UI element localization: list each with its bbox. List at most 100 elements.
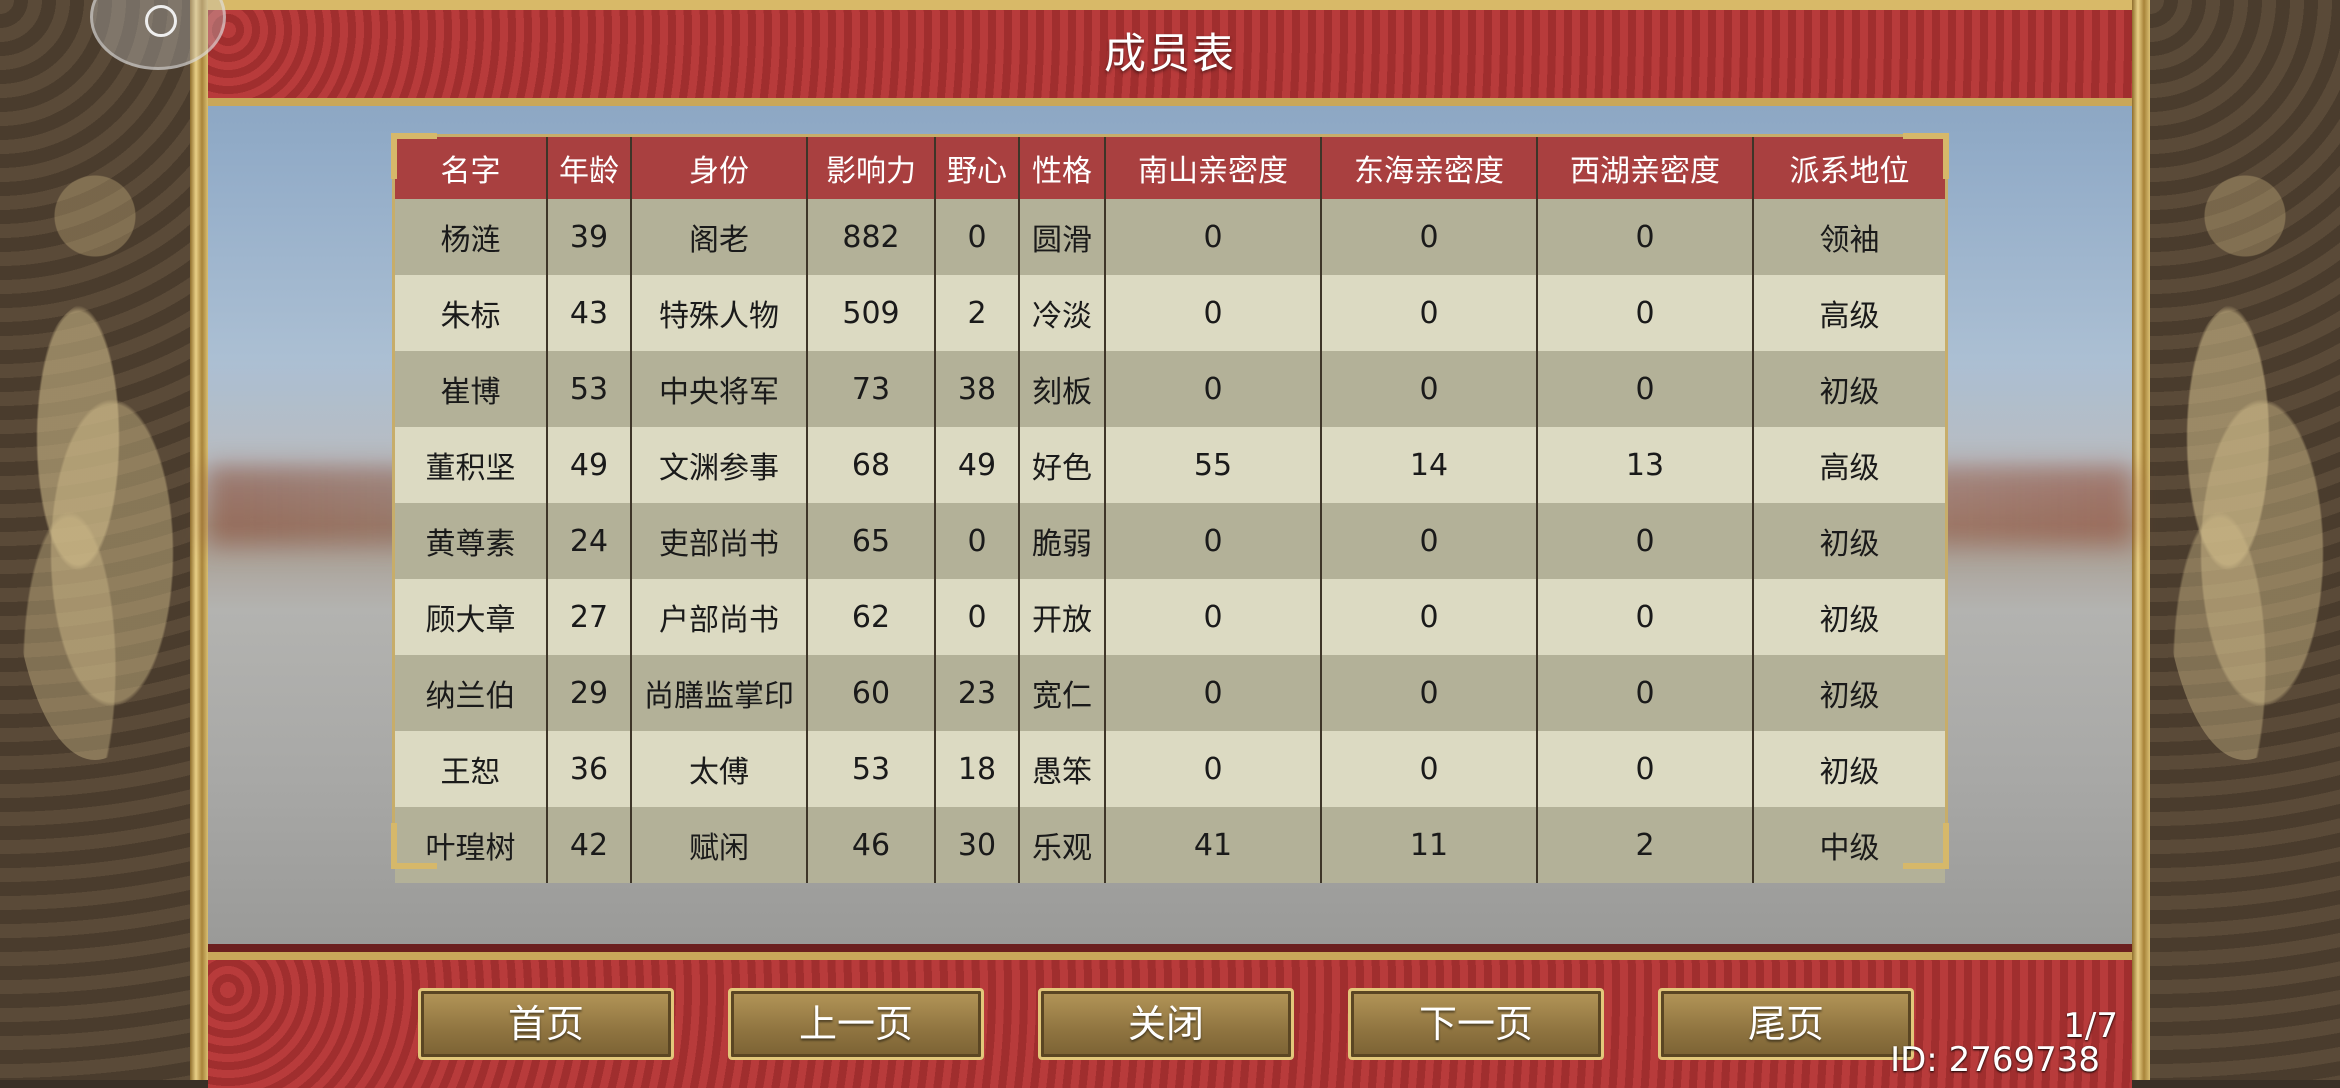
table-cell: 0 xyxy=(1537,275,1754,351)
table-row[interactable]: 叶瑝树 42 赋闲 46 30 乐观 41 11 2 中级 xyxy=(395,807,1945,883)
left-gold-bar xyxy=(190,0,208,1080)
table-cell: 41 xyxy=(1105,807,1322,883)
corner-ornament xyxy=(391,133,437,179)
column-header: 南山亲密度 xyxy=(1105,137,1322,199)
table-row[interactable]: 顾大章 27 户部尚书 62 0 开放 0 0 0 初级 xyxy=(395,579,1945,655)
table-cell: 0 xyxy=(1105,351,1322,427)
table-cell: 39 xyxy=(547,199,632,275)
table-cell: 特殊人物 xyxy=(631,275,808,351)
dragon-ornament xyxy=(10,300,180,760)
member-table-container: 名字 年龄 身份 影响力 野心 性格 南山亲密度 东海亲密度 西湖亲密度 派系地位 杨涟 39 阁老 8… xyxy=(391,133,1949,883)
table-cell: 42 xyxy=(547,807,632,883)
column-header: 身份 xyxy=(631,137,808,199)
table-cell: 圆滑 xyxy=(1019,199,1106,275)
assist-icon xyxy=(145,5,177,37)
last-page-button[interactable]: 尾页 xyxy=(1658,988,1914,1060)
table-cell: 崔博 xyxy=(395,351,548,427)
table-cell: 73 xyxy=(807,351,936,427)
table-cell: 0 xyxy=(1321,731,1538,807)
table-cell: 王恕 xyxy=(395,731,548,807)
table-cell: 23 xyxy=(935,655,1020,731)
table-row[interactable]: 王恕 36 太傅 53 18 愚笨 0 0 0 初级 xyxy=(395,731,1945,807)
title-banner: 成员表 xyxy=(208,0,2132,106)
table-cell: 初级 xyxy=(1753,731,1945,807)
table-cell: 36 xyxy=(547,731,632,807)
table-cell: 0 xyxy=(1105,655,1322,731)
table-cell: 0 xyxy=(1105,731,1322,807)
table-cell: 0 xyxy=(1105,579,1322,655)
table-cell: 38 xyxy=(935,351,1020,427)
table-cell: 24 xyxy=(547,503,632,579)
left-dragon-panel xyxy=(0,0,190,1080)
table-cell: 68 xyxy=(807,427,936,503)
table-cell: 顾大章 xyxy=(395,579,548,655)
table-cell: 脆弱 xyxy=(1019,503,1106,579)
column-header: 野心 xyxy=(935,137,1020,199)
table-cell: 18 xyxy=(935,731,1020,807)
table-cell: 0 xyxy=(935,579,1020,655)
table-cell: 49 xyxy=(547,427,632,503)
table-cell: 文渊参事 xyxy=(631,427,808,503)
table-cell: 0 xyxy=(935,503,1020,579)
table-cell: 29 xyxy=(547,655,632,731)
table-cell: 纳兰伯 xyxy=(395,655,548,731)
table-cell: 阁老 xyxy=(631,199,808,275)
member-table: 名字 年龄 身份 影响力 野心 性格 南山亲密度 东海亲密度 西湖亲密度 派系地位 杨涟 39 阁老 8… xyxy=(395,137,1945,883)
table-cell: 14 xyxy=(1321,427,1538,503)
prev-page-button[interactable]: 上一页 xyxy=(728,988,984,1060)
table-row[interactable]: 朱标 43 特殊人物 509 2 冷淡 0 0 0 高级 xyxy=(395,275,1945,351)
table-cell: 30 xyxy=(935,807,1020,883)
table-cell: 初级 xyxy=(1753,655,1945,731)
table-cell: 0 xyxy=(935,199,1020,275)
table-cell: 冷淡 xyxy=(1019,275,1106,351)
table-cell: 55 xyxy=(1105,427,1322,503)
table-cell: 2 xyxy=(935,275,1020,351)
table-cell: 0 xyxy=(1537,655,1754,731)
table-cell: 愚笨 xyxy=(1019,731,1106,807)
table-cell: 初级 xyxy=(1753,579,1945,655)
page-title: 成员表 xyxy=(1103,29,1236,78)
table-cell: 黄尊素 xyxy=(395,503,548,579)
column-header: 影响力 xyxy=(807,137,936,199)
next-page-button[interactable]: 下一页 xyxy=(1348,988,1604,1060)
table-cell: 户部尚书 xyxy=(631,579,808,655)
table-cell: 0 xyxy=(1321,655,1538,731)
table-cell: 好色 xyxy=(1019,427,1106,503)
table-row[interactable]: 黄尊素 24 吏部尚书 65 0 脆弱 0 0 0 初级 xyxy=(395,503,1945,579)
table-cell: 0 xyxy=(1537,731,1754,807)
table-cell: 11 xyxy=(1321,807,1538,883)
table-cell: 0 xyxy=(1321,199,1538,275)
corner-ornament xyxy=(1903,133,1949,179)
table-cell: 0 xyxy=(1537,351,1754,427)
table-row[interactable]: 董积坚 49 文渊参事 68 49 好色 55 14 13 高级 xyxy=(395,427,1945,503)
table-cell: 朱标 xyxy=(395,275,548,351)
table-cell: 0 xyxy=(1537,579,1754,655)
table-row[interactable]: 崔博 53 中央将军 73 38 刻板 0 0 0 初级 xyxy=(395,351,1945,427)
table-row[interactable]: 杨涟 39 阁老 882 0 圆滑 0 0 0 领袖 xyxy=(395,199,1945,275)
table-cell: 0 xyxy=(1537,199,1754,275)
column-header: 西湖亲密度 xyxy=(1537,137,1754,199)
table-cell: 49 xyxy=(935,427,1020,503)
right-dragon-panel xyxy=(2150,0,2340,1080)
first-page-button[interactable]: 首页 xyxy=(418,988,674,1060)
table-cell: 60 xyxy=(807,655,936,731)
table-cell: 初级 xyxy=(1753,351,1945,427)
table-cell: 53 xyxy=(547,351,632,427)
close-button[interactable]: 关闭 xyxy=(1038,988,1294,1060)
table-cell: 赋闲 xyxy=(631,807,808,883)
table-cell: 中央将军 xyxy=(631,351,808,427)
table-cell: 宽仁 xyxy=(1019,655,1106,731)
table-cell: 杨涟 xyxy=(395,199,548,275)
right-gold-bar xyxy=(2132,0,2150,1080)
table-row[interactable]: 纳兰伯 29 尚膳监掌印 60 23 宽仁 0 0 0 初级 xyxy=(395,655,1945,731)
corner-ornament xyxy=(1903,823,1949,869)
table-cell: 43 xyxy=(547,275,632,351)
table-cell: 尚膳监掌印 xyxy=(631,655,808,731)
column-header: 东海亲密度 xyxy=(1321,137,1538,199)
table-cell: 65 xyxy=(807,503,936,579)
table-cell: 0 xyxy=(1321,351,1538,427)
table-cell: 13 xyxy=(1537,427,1754,503)
table-cell: 领袖 xyxy=(1753,199,1945,275)
table-cell: 初级 xyxy=(1753,503,1945,579)
table-cell: 62 xyxy=(807,579,936,655)
